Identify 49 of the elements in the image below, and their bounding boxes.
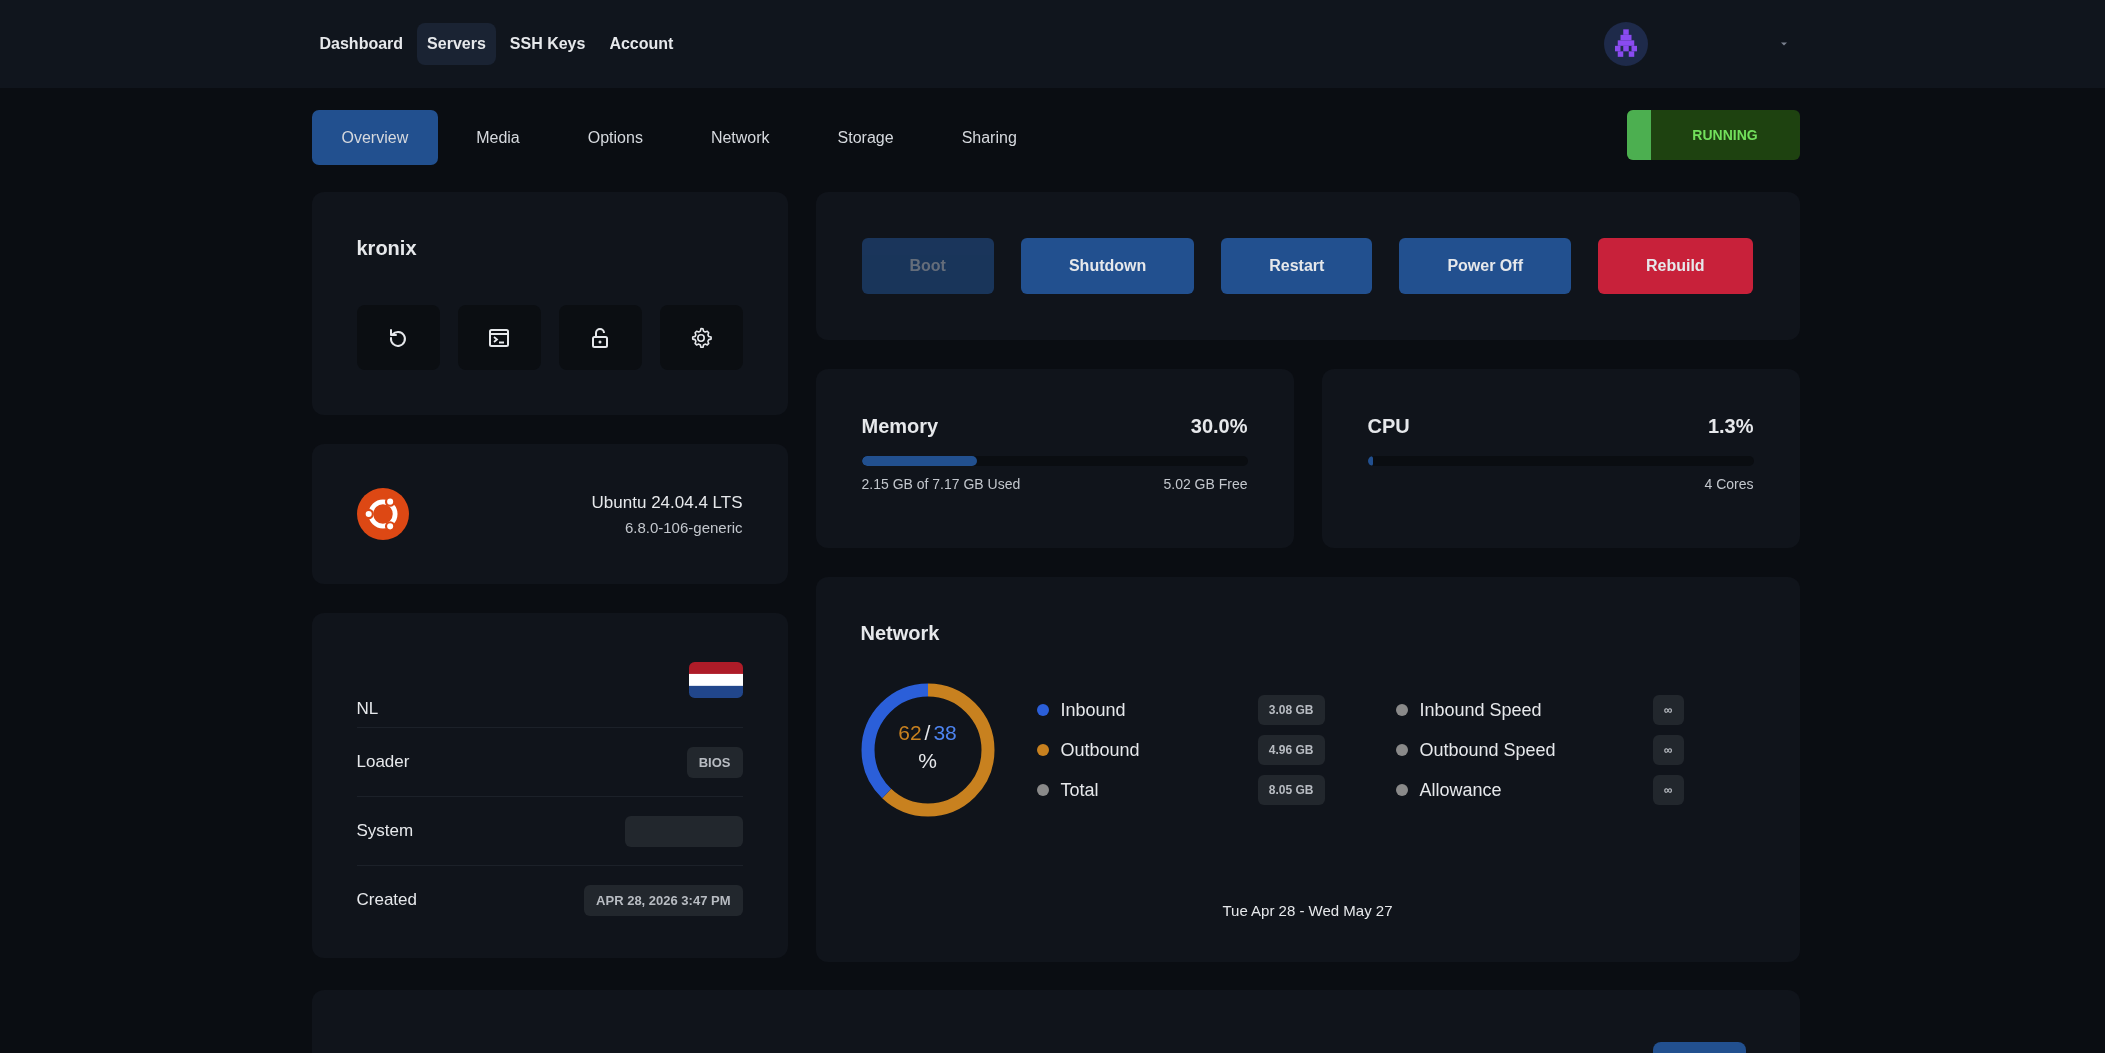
- stat-percent: 1.3%: [1707, 415, 1754, 438]
- tab[interactable]: Storage: [807, 110, 924, 165]
- tab[interactable]: Overview: [311, 110, 439, 165]
- nav-link[interactable]: Account: [599, 23, 684, 65]
- detail-label: System: [356, 821, 414, 841]
- stat-percent: 30.0%: [1190, 415, 1248, 438]
- tab[interactable]: Network: [680, 110, 800, 165]
- status-badge: RUNNING: [1626, 110, 1800, 160]
- legend-label: Allowance: [1419, 779, 1503, 801]
- value-badge: 8.05 GB: [1257, 775, 1325, 805]
- os-name: Ubuntu 24.04.4 LTS: [591, 492, 743, 513]
- inbound-percent: 38: [933, 721, 957, 745]
- value-badge: ∞: [1652, 695, 1684, 725]
- stat-title: Memory: [861, 415, 939, 438]
- action-button[interactable]: Restart: [1221, 238, 1373, 294]
- server-name: kronix: [356, 237, 418, 260]
- kernel-version: 6.8.0-106-generic: [623, 518, 743, 536]
- value-badge: ∞: [1652, 735, 1684, 765]
- tab[interactable]: Sharing: [931, 110, 1047, 165]
- value-badge: ∞: [1652, 775, 1684, 805]
- legend-label: Inbound Speed: [1419, 699, 1543, 721]
- tab[interactable]: Options: [557, 110, 673, 165]
- separator: /: [924, 721, 931, 745]
- legend-label: Outbound: [1060, 739, 1141, 761]
- action-button[interactable]: Shutdown: [1020, 238, 1195, 294]
- detail-label: NL: [356, 699, 379, 719]
- date-range: Tue Apr 28 - Wed May 27: [1221, 902, 1394, 919]
- value-badge: BIOS: [686, 746, 743, 778]
- action-button[interactable]: Rebuild: [1597, 238, 1753, 294]
- stat-title: CPU: [1367, 415, 1410, 438]
- nav-link[interactable]: SSH Keys: [499, 23, 596, 65]
- cpu-cores: 4 Cores: [1704, 476, 1754, 492]
- legend-label: Total: [1060, 779, 1100, 801]
- nav-link[interactable]: Servers: [417, 23, 496, 65]
- nav-link[interactable]: Dashboard: [309, 23, 414, 65]
- outbound-percent: 62: [898, 721, 922, 745]
- memory-free: 5.02 GB Free: [1163, 476, 1248, 492]
- section-title: Network: [860, 622, 941, 645]
- legend-label: Inbound: [1060, 699, 1127, 721]
- action-button[interactable]: Power Off: [1399, 238, 1571, 294]
- memory-used: 2.15 GB of 7.17 GB Used: [861, 476, 1021, 492]
- tab[interactable]: Media: [446, 110, 550, 165]
- value-badge: 3.08 GB: [1257, 695, 1325, 725]
- value-badge: APR 28, 2026 3:47 PM: [584, 884, 743, 916]
- percent-unit: %: [917, 749, 938, 773]
- detail-label: Loader: [356, 752, 410, 772]
- legend-label: Outbound Speed: [1419, 739, 1557, 761]
- value-badge: 4.96 GB: [1257, 735, 1325, 765]
- detail-label: Created: [356, 890, 417, 910]
